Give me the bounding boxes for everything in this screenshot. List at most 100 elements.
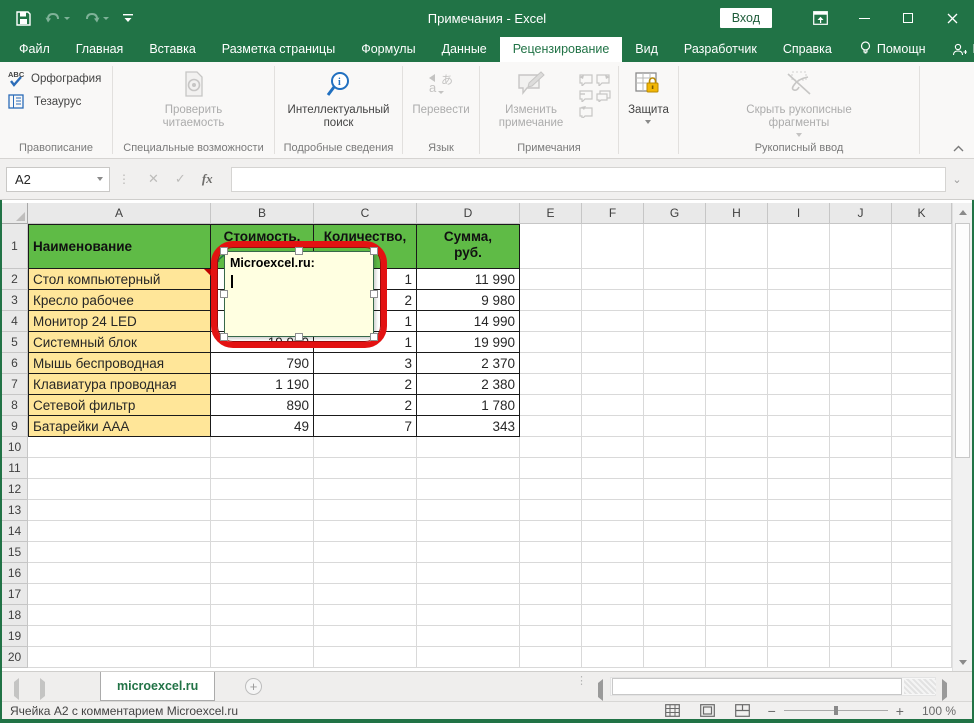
empty-cell[interactable] — [314, 605, 417, 626]
row-header[interactable]: 13 — [2, 500, 28, 521]
empty-cell[interactable] — [644, 416, 706, 437]
empty-cell[interactable] — [314, 542, 417, 563]
empty-cell[interactable] — [28, 458, 211, 479]
comment-resize-handle[interactable] — [370, 247, 378, 255]
empty-cell[interactable] — [768, 500, 830, 521]
empty-cell[interactable] — [892, 332, 952, 353]
name-box[interactable]: A2 — [6, 167, 110, 192]
empty-cell[interactable] — [644, 605, 706, 626]
empty-cell[interactable] — [520, 395, 582, 416]
empty-cell[interactable] — [892, 269, 952, 290]
empty-cell[interactable] — [768, 437, 830, 458]
zoom-in-icon[interactable]: + — [896, 704, 904, 718]
empty-cell[interactable] — [417, 605, 520, 626]
empty-cell[interactable] — [830, 311, 892, 332]
header-cell-sum[interactable]: Сумма,руб. — [417, 224, 520, 269]
empty-cell[interactable] — [520, 647, 582, 668]
empty-cell[interactable] — [768, 311, 830, 332]
scroll-down-icon[interactable] — [953, 653, 972, 671]
comment-resize-handle[interactable] — [220, 247, 228, 255]
empty-cell[interactable] — [644, 269, 706, 290]
horizontal-scroll-thumb[interactable] — [612, 678, 902, 695]
expand-formula-bar-icon[interactable]: ⌄ — [946, 173, 968, 186]
row-header[interactable]: 20 — [2, 647, 28, 668]
empty-cell[interactable] — [892, 542, 952, 563]
empty-cell[interactable] — [211, 584, 314, 605]
empty-cell[interactable] — [830, 332, 892, 353]
empty-cell[interactable] — [314, 647, 417, 668]
empty-cell[interactable] — [417, 626, 520, 647]
row-header[interactable]: 12 — [2, 479, 28, 500]
empty-cell[interactable] — [211, 647, 314, 668]
empty-cell[interactable] — [520, 500, 582, 521]
tab-insert[interactable]: Вставка — [136, 37, 208, 62]
empty-cell[interactable] — [768, 332, 830, 353]
empty-cell[interactable] — [520, 458, 582, 479]
empty-cell[interactable] — [582, 437, 644, 458]
normal-view-icon[interactable] — [665, 704, 680, 717]
empty-cell[interactable] — [520, 521, 582, 542]
scroll-left-icon[interactable] — [598, 683, 603, 697]
empty-cell[interactable] — [644, 647, 706, 668]
empty-cell[interactable] — [582, 626, 644, 647]
empty-cell[interactable] — [520, 224, 582, 269]
empty-cell[interactable] — [644, 311, 706, 332]
sign-in-button[interactable]: Вход — [720, 8, 772, 28]
empty-cell[interactable] — [644, 332, 706, 353]
empty-cell[interactable] — [706, 542, 768, 563]
row-header[interactable]: 19 — [2, 626, 28, 647]
empty-cell[interactable] — [211, 479, 314, 500]
column-header-i[interactable]: I — [768, 203, 830, 224]
empty-cell[interactable] — [28, 521, 211, 542]
empty-cell[interactable] — [314, 563, 417, 584]
empty-cell[interactable] — [520, 584, 582, 605]
empty-cell[interactable] — [211, 626, 314, 647]
empty-cell[interactable] — [892, 290, 952, 311]
empty-cell[interactable] — [417, 458, 520, 479]
minimize-button[interactable] — [842, 0, 886, 36]
comment-resize-handle[interactable] — [220, 333, 228, 341]
empty-cell[interactable] — [644, 224, 706, 269]
undo-button[interactable] — [45, 12, 70, 25]
empty-cell[interactable] — [830, 395, 892, 416]
empty-cell[interactable] — [520, 311, 582, 332]
empty-cell[interactable] — [892, 647, 952, 668]
empty-cell[interactable] — [314, 500, 417, 521]
row-header[interactable]: 11 — [2, 458, 28, 479]
empty-cell[interactable] — [582, 605, 644, 626]
close-button[interactable] — [930, 0, 974, 36]
empty-cell[interactable] — [644, 521, 706, 542]
cell-d9[interactable]: 343 — [417, 416, 520, 437]
empty-cell[interactable] — [582, 542, 644, 563]
empty-cell[interactable] — [706, 416, 768, 437]
tab-help[interactable]: Справка — [770, 37, 845, 62]
cell-c6[interactable]: 3 — [314, 353, 417, 374]
empty-cell[interactable] — [417, 647, 520, 668]
empty-cell[interactable] — [830, 647, 892, 668]
row-header[interactable]: 6 — [2, 353, 28, 374]
column-header-c[interactable]: C — [314, 203, 417, 224]
empty-cell[interactable] — [768, 605, 830, 626]
cell-d7[interactable]: 2 380 — [417, 374, 520, 395]
empty-cell[interactable] — [892, 563, 952, 584]
empty-cell[interactable] — [768, 290, 830, 311]
row-header[interactable]: 3 — [2, 290, 28, 311]
empty-cell[interactable] — [644, 500, 706, 521]
empty-cell[interactable] — [644, 626, 706, 647]
column-header-b[interactable]: B — [211, 203, 314, 224]
comment-resize-handle[interactable] — [220, 290, 228, 298]
select-all-corner[interactable] — [2, 203, 28, 224]
empty-cell[interactable] — [582, 458, 644, 479]
tab-developer[interactable]: Разработчик — [671, 37, 770, 62]
empty-cell[interactable] — [768, 269, 830, 290]
empty-cell[interactable] — [520, 353, 582, 374]
empty-cell[interactable] — [830, 563, 892, 584]
empty-cell[interactable] — [706, 584, 768, 605]
empty-cell[interactable] — [211, 605, 314, 626]
vertical-scroll-thumb[interactable] — [955, 223, 970, 458]
zoom-level[interactable]: 100 % — [922, 704, 956, 718]
empty-cell[interactable] — [520, 290, 582, 311]
row-header[interactable]: 18 — [2, 605, 28, 626]
previous-comment-icon[interactable] — [578, 74, 593, 86]
empty-cell[interactable] — [706, 353, 768, 374]
